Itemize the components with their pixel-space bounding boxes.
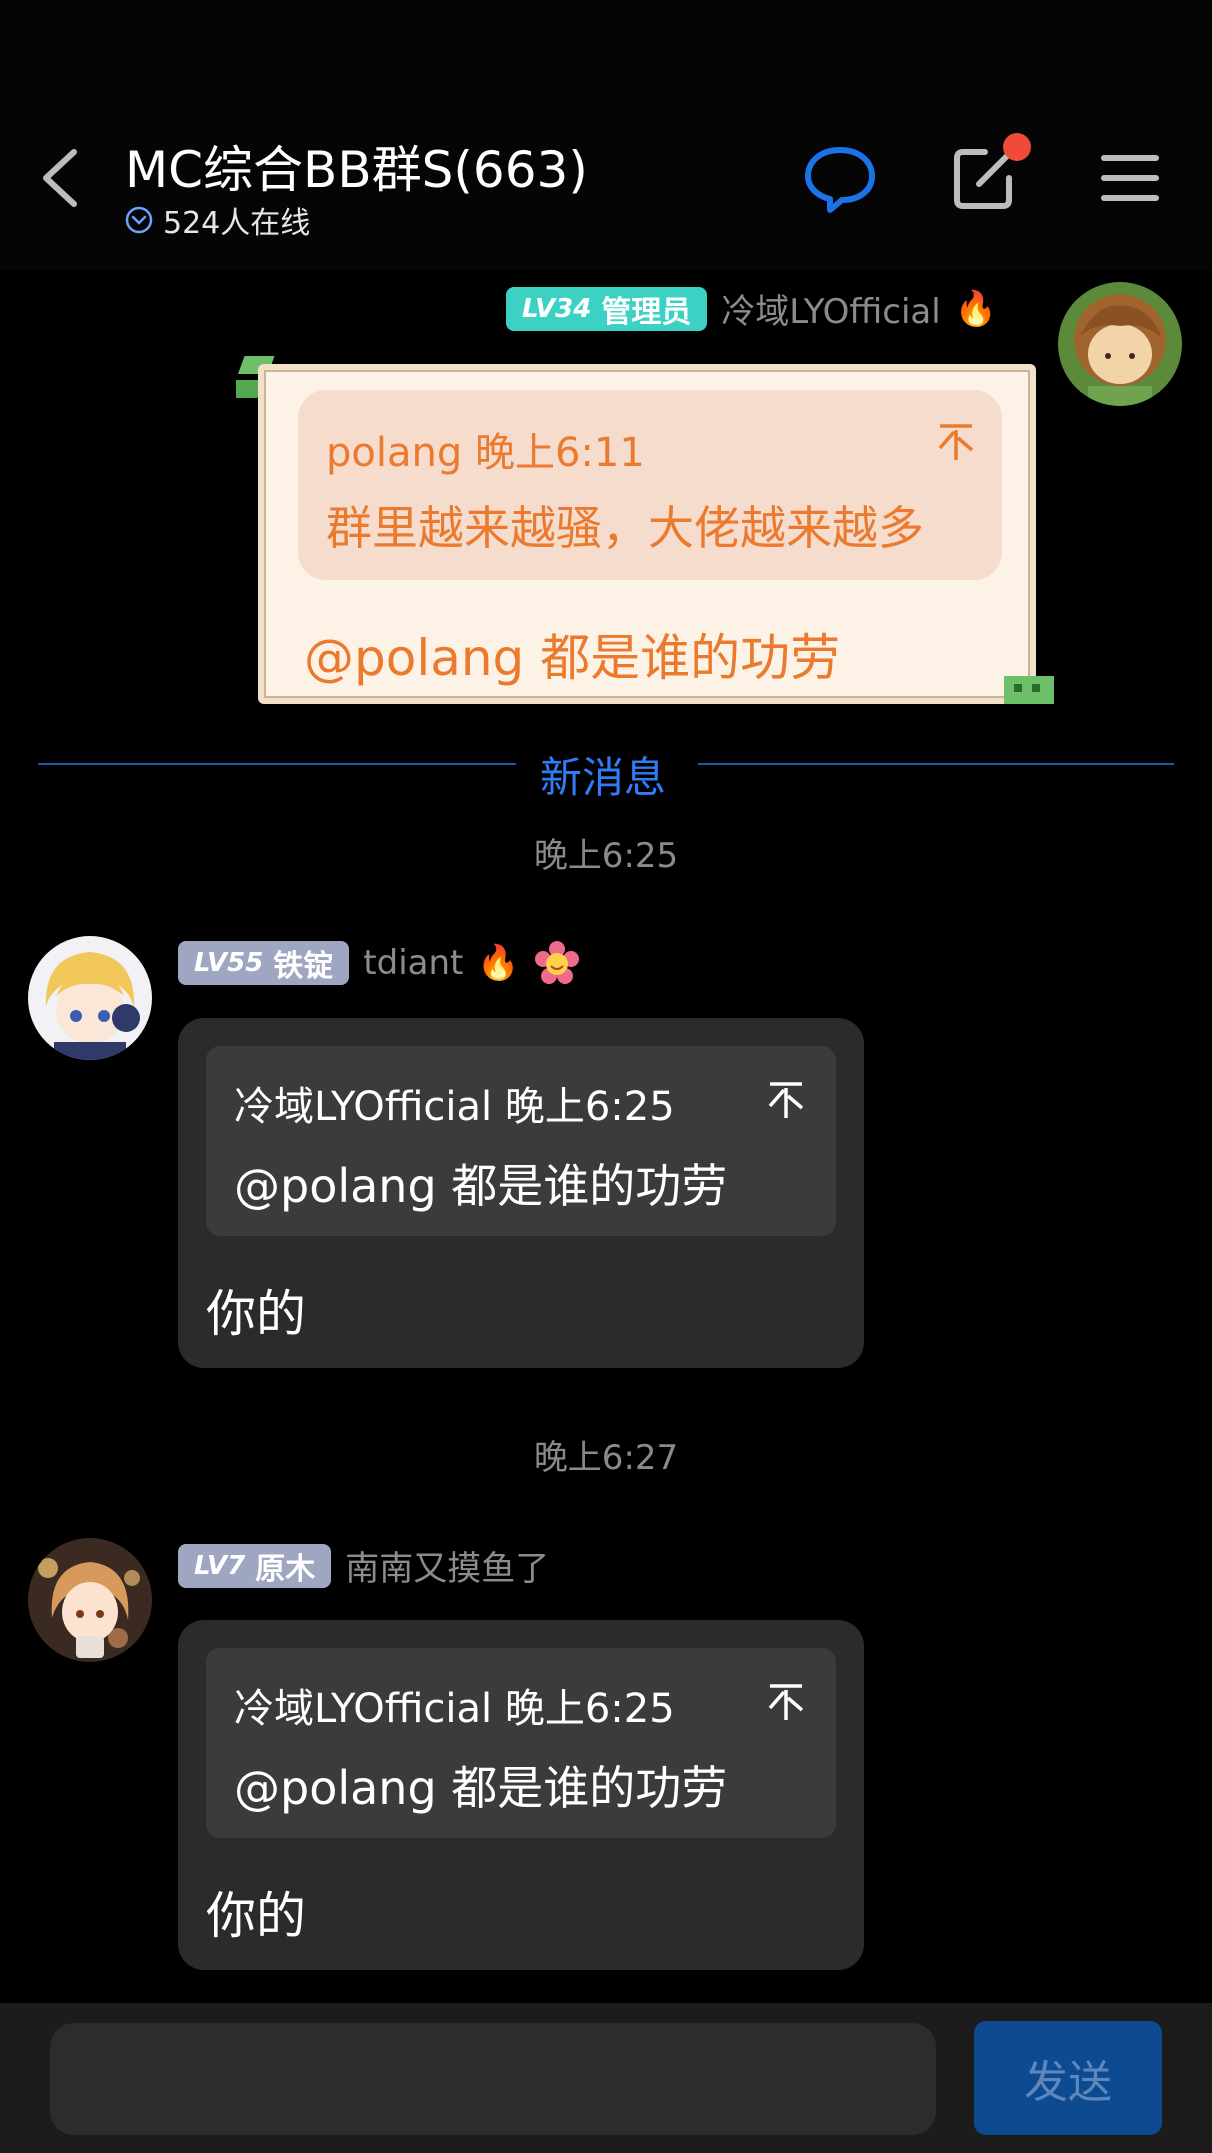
quote-header: polang 晚上6:11 (326, 430, 645, 476)
fire-icon: 🔥 (477, 943, 520, 983)
flower-face-icon (534, 941, 579, 984)
menu-icon (1101, 155, 1159, 201)
sender-row: LV55 铁锭 tdiant 🔥 (178, 940, 580, 986)
jump-up-icon (938, 424, 974, 460)
message-input[interactable] (50, 2023, 936, 2135)
sender-name[interactable]: 南南又摸鱼了 (345, 1541, 549, 1590)
chevron-down-circle-icon (125, 206, 153, 234)
quoted-message[interactable]: polang 晚上6:11 群里越来越骚，大佬越来越多 (298, 390, 1002, 580)
chat-header: MC综合BB群S(663) 524人在线 (0, 0, 1212, 270)
send-button[interactable]: 发送 (974, 2021, 1162, 2135)
quote-text: @polang 都是谁的功劳 (234, 1761, 728, 1815)
quote-text: 群里越来越骚，大佬越来越多 (326, 501, 924, 555)
fire-icon: 🔥 (954, 288, 998, 329)
quote-header: 冷域LYOfficial 晚上6:25 (234, 1686, 675, 1732)
level-badge: LV7 原木 (178, 1543, 332, 1588)
divider-line (38, 763, 516, 765)
level-badge: LV55 铁锭 (178, 941, 350, 985)
new-messages-divider: 新消息 (540, 753, 667, 802)
chat-bubble-button[interactable] (800, 138, 880, 218)
quoted-message[interactable]: 冷域LYOfficial 晚上6:25 @polang 都是谁的功劳 (206, 1648, 836, 1838)
own-sender-row: LV34 管理员 冷域LYOfficial 🔥 (506, 284, 997, 333)
sender-avatar[interactable] (28, 936, 152, 1060)
message-text: 你的 (206, 1887, 306, 1945)
message-bubble[interactable]: 冷域LYOfficial 晚上6:25 @polang 都是谁的功劳 你的 (178, 1018, 864, 1368)
timestamp: 晚上6:27 (533, 1438, 679, 1478)
own-message-bubble[interactable]: polang 晚上6:11 群里越来越骚，大佬越来越多 @polang 都是谁的… (258, 364, 1036, 704)
timestamp: 晚上6:25 (533, 836, 679, 876)
menu-button[interactable] (1090, 138, 1170, 218)
quote-header: 冷域LYOfficial 晚上6:25 (234, 1084, 675, 1130)
back-button[interactable] (30, 138, 90, 218)
composer-bar: 发送 (0, 2003, 1212, 2153)
chat-bubble-icon (805, 147, 875, 213)
notification-dot (1003, 133, 1031, 161)
online-count: 524人在线 (163, 206, 311, 241)
message-text: @polang 都是谁的功劳 (304, 629, 841, 687)
jump-up-icon (768, 1082, 804, 1118)
message-bubble[interactable]: 冷域LYOfficial 晚上6:25 @polang 都是谁的功劳 你的 (178, 1620, 864, 1970)
sender-name[interactable]: 冷域LYOfficial (721, 284, 940, 333)
divider-line (698, 763, 1174, 765)
sender-name[interactable]: tdiant (363, 943, 463, 983)
level-badge: LV34 管理员 (506, 286, 708, 331)
pixel-decoration (1004, 676, 1054, 704)
message-text: 你的 (206, 1285, 306, 1343)
group-title[interactable]: MC综合BB群S(663) (125, 130, 588, 202)
back-icon (43, 149, 77, 207)
sender-row: LV7 原木 南南又摸鱼了 (178, 1541, 549, 1590)
own-avatar[interactable] (1058, 282, 1182, 406)
online-status[interactable]: 524人在线 (125, 198, 310, 242)
sender-avatar[interactable] (28, 1538, 152, 1662)
quoted-message[interactable]: 冷域LYOfficial 晚上6:25 @polang 都是谁的功劳 (206, 1046, 836, 1236)
quote-text: @polang 都是谁的功劳 (234, 1159, 728, 1213)
jump-up-icon (768, 1684, 804, 1720)
